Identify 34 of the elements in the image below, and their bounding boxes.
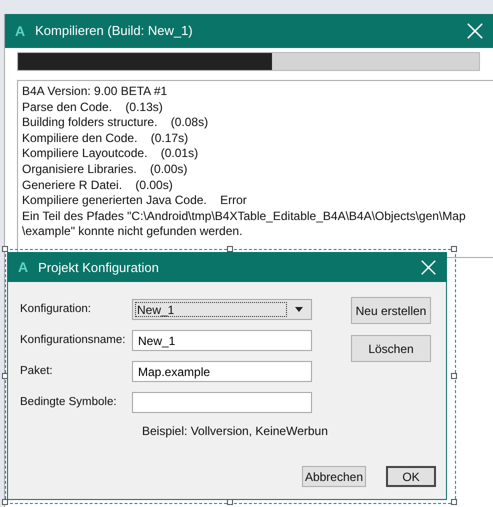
dialog-button[interactable]: OK xyxy=(386,466,436,487)
config-dropdown[interactable]: New_1 xyxy=(132,299,312,320)
log-line: Kompiliere den Code. (0.17s) xyxy=(22,130,188,146)
caret-icon[interactable] xyxy=(295,307,303,312)
log-line: Organisiere Libraries. (0.00s) xyxy=(22,162,188,178)
log-line: B4A Version: 9.00 BETA #1 xyxy=(22,84,168,100)
hint-text: Beispiel: Vollversion, KeineWerbun xyxy=(141,423,329,440)
side-button[interactable]: Löschen xyxy=(351,335,431,362)
field-label: Paket: xyxy=(19,364,54,379)
field-label: Bedingte Symbole: xyxy=(19,394,118,410)
field-label: Konfigurationsname: xyxy=(19,332,126,348)
log-line: Kompiliere Layoutcode. (0.01s) xyxy=(22,146,198,162)
input-field[interactable] xyxy=(132,392,312,413)
resize-handle[interactable] xyxy=(2,499,8,505)
field-label: Konfiguration: xyxy=(19,302,92,317)
log-line: Building folders structure. (0.08s) xyxy=(22,115,208,131)
resize-handle[interactable] xyxy=(451,499,457,505)
log-line: Ein Teil des Pfades "C:\Android\tmp\B4XTable_Editable_B4A\B4A\Objects\gen\Map xyxy=(22,208,466,224)
window-title: Kompilieren (Build: New_1) xyxy=(35,22,193,40)
window-title: Projekt Konfiguration xyxy=(38,258,159,277)
log-line: Kompiliere generierten Java Code. Error xyxy=(22,193,247,209)
input-field[interactable]: New_1 xyxy=(132,330,312,351)
close-icon[interactable] xyxy=(467,23,483,39)
input-field[interactable]: Map.example xyxy=(132,361,312,382)
resize-handle[interactable] xyxy=(451,246,457,252)
log-line: Parse den Code. (0.13s) xyxy=(22,100,163,116)
log-line: \example" konnte nicht gefunden werden. xyxy=(22,224,242,240)
dialog-button[interactable]: Abbrechen xyxy=(302,466,366,487)
close-icon[interactable] xyxy=(421,260,436,275)
app-logo: A xyxy=(18,258,28,277)
resize-handle[interactable] xyxy=(2,246,8,252)
side-button[interactable]: Neu erstellen xyxy=(351,297,431,324)
log-line: Generiere R Datei. (0.00s) xyxy=(22,178,173,194)
app-logo: A xyxy=(15,22,26,40)
